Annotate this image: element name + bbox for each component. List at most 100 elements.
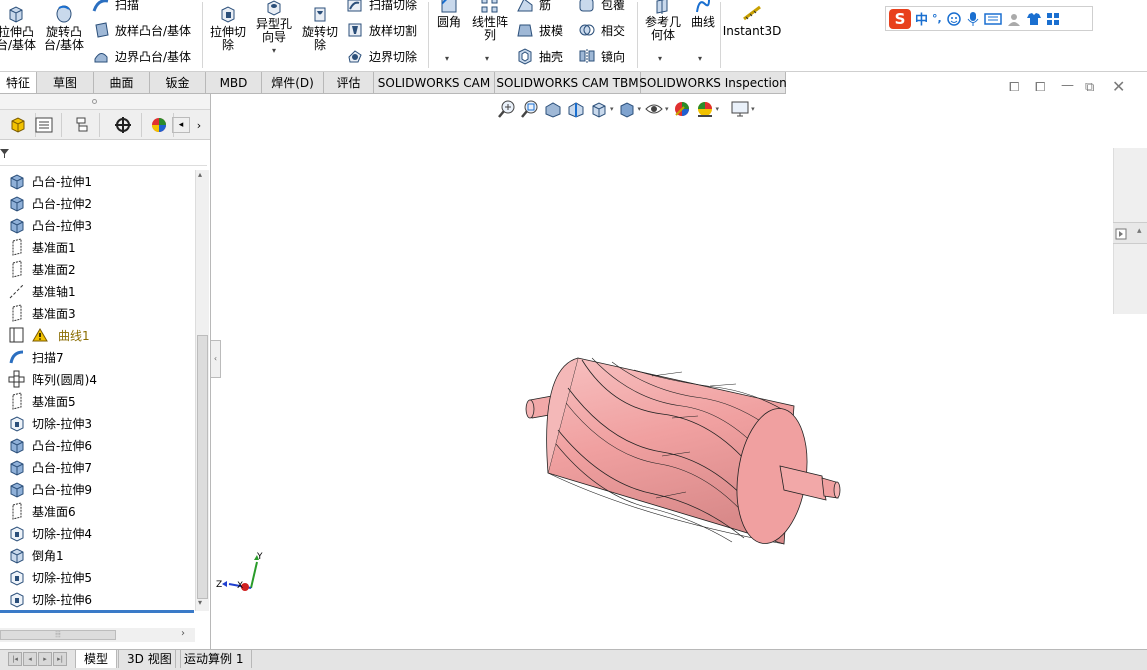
zoom-to-fit-button[interactable] <box>497 99 517 119</box>
revolve-boss-button[interactable]: 旋转凸 台/基体 <box>42 4 86 52</box>
feature-tree-item[interactable]: 凸台-拉伸9 <box>0 478 195 500</box>
tab-weldments[interactable]: 焊件(D) <box>262 72 324 93</box>
apply-scene-button[interactable]: ▾ <box>695 99 719 119</box>
hole-wizard-dropdown-icon[interactable]: ▾ <box>272 44 276 57</box>
tab-model[interactable]: 模型 <box>75 650 118 668</box>
feature-tree-item[interactable]: 凸台-拉伸7 <box>0 456 195 478</box>
loft-cut-button[interactable]: 放样切割 <box>346 21 417 39</box>
scroll-down-icon[interactable]: ▾ <box>198 598 202 607</box>
sweep-cut-button[interactable]: 扫描切除 <box>346 0 417 13</box>
feature-tree-item[interactable]: 阵列(圆周)4 <box>0 368 195 390</box>
section-view-button[interactable] <box>566 99 586 119</box>
tab-features[interactable]: 特征 <box>0 72 37 93</box>
horizontal-scroll-thumb[interactable]: ⦙⦙⦙ <box>0 630 116 640</box>
ime-language-toggle[interactable]: 中 <box>915 9 928 28</box>
configuration-manager-tab[interactable] <box>64 113 100 137</box>
tree-horizontal-scrollbar[interactable]: ⦙⦙⦙ › <box>0 628 195 642</box>
curves-button[interactable]: 曲线 <box>686 0 720 29</box>
curves-dropdown-icon[interactable]: ▾ <box>698 54 702 63</box>
view-settings-button[interactable]: ▾ <box>730 99 755 119</box>
feature-tree-item[interactable]: 基准轴1 <box>0 280 195 302</box>
restore-icon[interactable]: ⧉ <box>1085 80 1094 95</box>
wrap-button[interactable]: 包覆 <box>578 0 625 13</box>
view-orientation-button[interactable]: ▾ <box>589 99 614 119</box>
zoom-to-area-button[interactable] <box>520 99 540 119</box>
display-style-button[interactable]: ▾ <box>617 99 641 119</box>
boundary-cut-button[interactable]: 边界切除 <box>346 47 417 65</box>
user-icon[interactable] <box>1006 12 1022 26</box>
feature-filter-bar[interactable] <box>0 141 207 166</box>
skin-shirt-icon[interactable] <box>1026 12 1042 26</box>
tabs-scroll-left-icon[interactable]: ◂ <box>172 117 190 133</box>
linear-pattern-dropdown-icon[interactable]: ▾ <box>485 54 489 63</box>
task-pane-expand-icon[interactable] <box>1115 228 1129 240</box>
hole-wizard-button[interactable]: 异型孔 向导 ▾ <box>252 0 296 57</box>
feature-tree-item[interactable]: 凸台-拉伸6 <box>0 434 195 456</box>
property-manager-tab[interactable] <box>26 113 62 137</box>
feature-tree-item[interactable]: 倒角1 <box>0 544 195 566</box>
tile-right-icon[interactable]: ⧠ <box>1035 80 1045 95</box>
boundary-boss-button[interactable]: 边界凸台/基体 <box>92 47 191 65</box>
feature-tree-item[interactable]: 凸台-拉伸1 <box>0 170 195 192</box>
dimxpert-manager-tab[interactable] <box>104 113 142 137</box>
feature-tree-item[interactable]: 凸台-拉伸3 <box>0 214 195 236</box>
task-pane-tab[interactable]: ▴ <box>1113 222 1147 244</box>
emoji-icon[interactable] <box>946 11 962 27</box>
prev-tab-icon[interactable]: ◂ <box>23 652 37 666</box>
feature-tree-item[interactable]: 切除-拉伸3 <box>0 412 195 434</box>
tab-surfaces[interactable]: 曲面 <box>94 72 150 93</box>
feature-tree-item[interactable]: 曲线1 <box>0 324 195 346</box>
scroll-right-icon[interactable]: › <box>181 628 185 639</box>
feature-tree-item[interactable]: 基准面1 <box>0 236 195 258</box>
panel-collapse-handle[interactable]: ‹ <box>211 340 221 378</box>
minimize-icon[interactable]: — <box>1061 78 1074 93</box>
feature-tree-item[interactable]: 切除-拉伸6 <box>0 588 195 610</box>
feature-tree-item[interactable]: 基准面3 <box>0 302 195 324</box>
tab-sketch[interactable]: 草图 <box>37 72 94 93</box>
close-icon[interactable]: ✕ <box>1112 77 1125 96</box>
feature-tree-item[interactable]: 基准面2 <box>0 258 195 280</box>
first-tab-icon[interactable]: |◂ <box>8 652 22 666</box>
tab-motion-study[interactable]: 运动算例 1 <box>175 650 253 668</box>
scroll-up-icon[interactable]: ▴ <box>198 170 202 179</box>
last-tab-icon[interactable]: ▸| <box>53 652 67 666</box>
instant3d-button[interactable]: Instant3D <box>723 3 781 38</box>
reference-geometry-dropdown-icon[interactable]: ▾ <box>658 54 662 63</box>
3d-model-roller[interactable] <box>522 348 852 561</box>
next-tab-icon[interactable]: ▸ <box>38 652 52 666</box>
tab-mbd[interactable]: MBD <box>206 72 262 93</box>
rollback-bar[interactable] <box>0 610 194 613</box>
mirror-button[interactable]: 镜向 <box>578 47 625 65</box>
feature-tree-item[interactable]: 基准面5 <box>0 390 195 412</box>
tab-sheet-metal[interactable]: 钣金 <box>150 72 206 93</box>
microphone-icon[interactable] <box>966 11 980 27</box>
panel-splitter[interactable] <box>0 94 210 110</box>
fillet-button[interactable]: 圆角 <box>432 0 466 29</box>
ime-punctuation-toggle[interactable]: °, <box>932 12 942 25</box>
feature-tree-item[interactable]: 切除-拉伸4 <box>0 522 195 544</box>
display-manager-tab[interactable] <box>144 113 174 137</box>
extrude-boss-button[interactable]: 拉伸凸 台/基体 <box>0 4 38 52</box>
draft-button[interactable]: 拔模 <box>516 21 563 39</box>
sweep-button[interactable]: 扫描 <box>92 0 139 13</box>
sogou-logo-icon[interactable]: S <box>889 8 911 29</box>
intersect-button[interactable]: 相交 <box>578 21 625 39</box>
tab-evaluate[interactable]: 评估 <box>324 72 374 93</box>
vertical-scroll-thumb[interactable] <box>197 335 208 599</box>
feature-tree-item[interactable]: 基准面6 <box>0 500 195 522</box>
task-pane-scroll-icon[interactable]: ▴ <box>1137 226 1142 236</box>
loft-boss-button[interactable]: 放样凸台/基体 <box>92 21 191 39</box>
hide-show-items-button[interactable]: ▾ <box>644 99 669 119</box>
keyboard-icon[interactable] <box>983 12 1002 26</box>
linear-pattern-button[interactable]: 线性阵 列 <box>468 0 512 42</box>
previous-view-button[interactable] <box>543 99 563 119</box>
feature-tree-item[interactable]: 扫描7 <box>0 346 195 368</box>
edit-appearance-button[interactable] <box>672 99 692 119</box>
tree-vertical-scrollbar[interactable]: ▴ ▾ <box>195 170 209 611</box>
feature-tree-item[interactable]: 切除-拉伸5 <box>0 566 195 588</box>
tile-left-icon[interactable]: ⧠ <box>1009 80 1019 95</box>
tab-solidworks-cam[interactable]: SOLIDWORKS CAM <box>374 72 495 93</box>
revolve-cut-button[interactable]: 旋转切 除 <box>298 4 342 52</box>
shell-button[interactable]: 抽壳 <box>516 47 563 65</box>
reference-geometry-button[interactable]: 参考几 何体 <box>641 0 685 42</box>
